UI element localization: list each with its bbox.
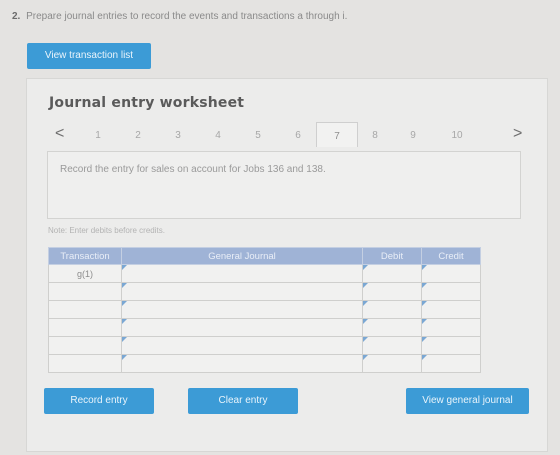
credit-input[interactable]: [421, 300, 481, 319]
account-input[interactable]: [121, 354, 363, 373]
journal-table: Transaction General Journal Debit Credit…: [48, 247, 481, 373]
account-input[interactable]: [121, 336, 363, 355]
dropdown-marker-icon: [122, 265, 127, 270]
transaction-cell: [48, 282, 122, 301]
table-row: [48, 336, 481, 355]
debit-input[interactable]: [362, 282, 422, 301]
input-marker-icon: [422, 337, 427, 342]
transaction-cell: [48, 336, 122, 355]
prev-arrow-icon[interactable]: <: [55, 125, 64, 143]
input-marker-icon: [422, 319, 427, 324]
worksheet-title: Journal entry worksheet: [49, 95, 245, 111]
account-input[interactable]: [121, 300, 363, 319]
table-row: g(1): [48, 264, 481, 283]
page-tab-7-active[interactable]: 7: [316, 122, 358, 147]
input-marker-icon: [363, 337, 368, 342]
page-tab-5[interactable]: 5: [238, 130, 278, 141]
instruction-box: Record the entry for sales on account fo…: [47, 151, 521, 219]
worksheet-pager: < 1 2 3 4 5 6 7 8 9 10 >: [27, 121, 547, 151]
credit-input[interactable]: [421, 336, 481, 355]
view-general-journal-button[interactable]: View general journal: [406, 388, 529, 414]
account-input[interactable]: [121, 264, 363, 283]
transaction-cell: [48, 300, 122, 319]
transaction-cell: g(1): [48, 264, 122, 283]
debit-input[interactable]: [362, 336, 422, 355]
input-marker-icon: [363, 283, 368, 288]
debit-input[interactable]: [362, 300, 422, 319]
dropdown-marker-icon: [122, 355, 127, 360]
page-tab-10[interactable]: 10: [437, 130, 477, 141]
table-row: [48, 318, 481, 337]
page-tab-1[interactable]: 1: [78, 130, 118, 141]
header-credit: Credit: [421, 247, 481, 265]
page-tab-2[interactable]: 2: [118, 130, 158, 141]
page-tab-9[interactable]: 9: [393, 130, 433, 141]
account-input[interactable]: [121, 282, 363, 301]
debit-input[interactable]: [362, 354, 422, 373]
debit-input[interactable]: [362, 318, 422, 337]
credit-input[interactable]: [421, 318, 481, 337]
header-transaction: Transaction: [48, 247, 122, 265]
page-tab-6[interactable]: 6: [278, 130, 318, 141]
transaction-cell: [48, 354, 122, 373]
input-marker-icon: [422, 265, 427, 270]
question-prompt: 2. Prepare journal entries to record the…: [12, 11, 347, 22]
header-debit: Debit: [362, 247, 422, 265]
journal-entry-worksheet: Journal entry worksheet < 1 2 3 4 5 6 7 …: [26, 78, 548, 452]
dropdown-marker-icon: [122, 301, 127, 306]
question-number: 2.: [12, 11, 21, 22]
input-marker-icon: [422, 283, 427, 288]
page-tab-3[interactable]: 3: [158, 130, 198, 141]
input-marker-icon: [363, 265, 368, 270]
transaction-cell: [48, 318, 122, 337]
view-transaction-list-button[interactable]: View transaction list: [27, 43, 151, 69]
table-header-row: Transaction General Journal Debit Credit: [48, 247, 481, 265]
dropdown-marker-icon: [122, 283, 127, 288]
next-arrow-icon[interactable]: >: [513, 125, 522, 143]
entry-note: Note: Enter debits before credits.: [48, 226, 165, 235]
clear-entry-button[interactable]: Clear entry: [188, 388, 298, 414]
table-row: [48, 354, 481, 373]
header-general-journal: General Journal: [121, 247, 363, 265]
input-marker-icon: [422, 355, 427, 360]
page-tab-4[interactable]: 4: [198, 130, 238, 141]
credit-input[interactable]: [421, 354, 481, 373]
dropdown-marker-icon: [122, 337, 127, 342]
record-entry-button[interactable]: Record entry: [44, 388, 154, 414]
credit-input[interactable]: [421, 282, 481, 301]
table-row: [48, 300, 481, 319]
input-marker-icon: [422, 301, 427, 306]
question-text: Prepare journal entries to record the ev…: [26, 11, 348, 22]
credit-input[interactable]: [421, 264, 481, 283]
account-input[interactable]: [121, 318, 363, 337]
instruction-text: Record the entry for sales on account fo…: [60, 164, 326, 175]
input-marker-icon: [363, 319, 368, 324]
input-marker-icon: [363, 355, 368, 360]
page-tab-8[interactable]: 8: [355, 130, 395, 141]
input-marker-icon: [363, 301, 368, 306]
debit-input[interactable]: [362, 264, 422, 283]
dropdown-marker-icon: [122, 319, 127, 324]
table-row: [48, 282, 481, 301]
